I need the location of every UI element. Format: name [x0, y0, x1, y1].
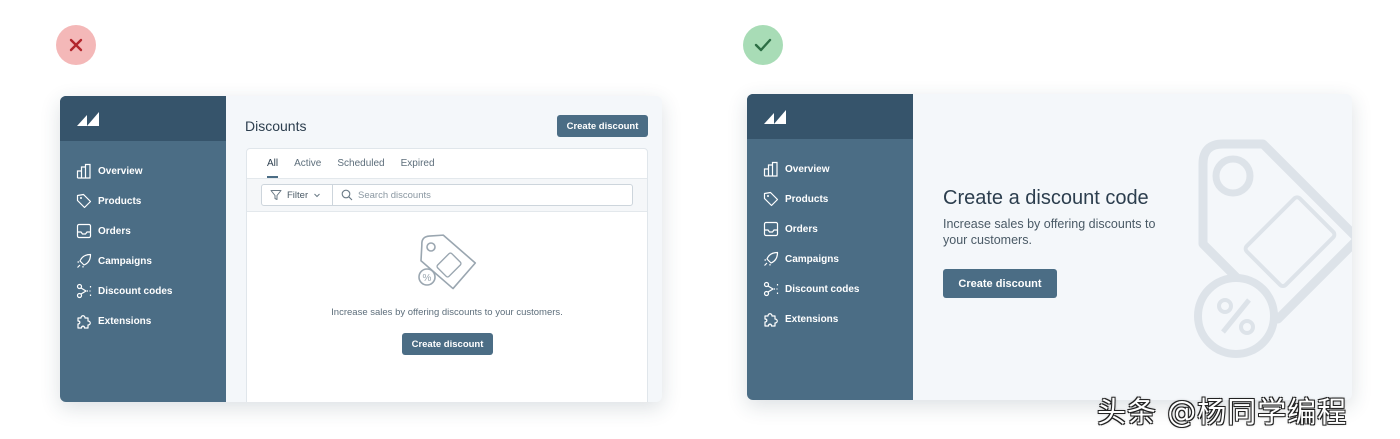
sidebar-header: [747, 94, 913, 139]
search-icon: [341, 189, 353, 201]
sidebar-item-label: Products: [98, 195, 142, 207]
sidebar: Overview Products Orders Campaigns Disco…: [747, 94, 913, 400]
logo-icon: [764, 110, 786, 124]
search-field: [333, 185, 632, 205]
sidebar-item-overview[interactable]: Overview: [60, 156, 226, 186]
sidebar-nav: Overview Products Orders Campaigns Disco…: [747, 139, 913, 334]
sidebar-item-label: Products: [785, 193, 829, 205]
discount-tag-background-illustration: [1194, 139, 1352, 358]
tab-all[interactable]: All: [267, 158, 279, 178]
sidebar-item-campaigns[interactable]: Campaigns: [60, 246, 226, 276]
sidebar-item-label: Discount codes: [98, 285, 173, 297]
good-example-badge: [743, 25, 783, 65]
sidebar-item-label: Overview: [98, 165, 143, 177]
page-title: Discounts: [245, 118, 307, 134]
sidebar-item-products[interactable]: Products: [60, 186, 226, 216]
tab-active[interactable]: Active: [294, 158, 321, 178]
tab-expired[interactable]: Expired: [401, 158, 435, 178]
inbox-icon: [762, 221, 779, 238]
inbox-icon: [75, 223, 92, 240]
sidebar-item-extensions[interactable]: Extensions: [60, 306, 226, 336]
hero-title: Create a discount code: [943, 187, 1149, 209]
rocket-icon: [75, 253, 92, 270]
sidebar-item-label: Orders: [785, 223, 818, 235]
chevron-down-icon: [314, 193, 320, 198]
sidebar-item-label: Extensions: [98, 315, 152, 327]
scissors-icon: [75, 283, 92, 300]
tag-icon: [762, 191, 779, 208]
tab-bar: All Active Scheduled Expired: [247, 149, 647, 179]
bad-example-badge: [56, 25, 96, 65]
watermark-text: 头条 @杨同学编程: [1097, 395, 1348, 429]
empty-create-discount-button[interactable]: Create discount: [402, 333, 493, 355]
sidebar-item-label: Extensions: [785, 313, 839, 325]
discounts-card: All Active Scheduled Expired Filter Sear…: [246, 148, 648, 402]
tab-scheduled[interactable]: Scheduled: [337, 158, 384, 178]
sidebar-item-extensions[interactable]: Extensions: [747, 304, 913, 334]
filter-label: Filter: [287, 189, 309, 201]
check-icon: [754, 38, 772, 52]
main-content: Create a discount code Increase sales by…: [913, 94, 1352, 400]
sidebar-item-label: Campaigns: [98, 255, 152, 267]
puzzle-icon: [762, 311, 779, 328]
sidebar-item-campaigns[interactable]: Campaigns: [747, 244, 913, 274]
empty-state-message: Increase sales by offering discounts to …: [331, 307, 563, 318]
rocket-icon: [762, 251, 779, 268]
main-content: Discounts Create discount All Active Sch…: [226, 96, 662, 402]
discount-tag-illustration: %: [418, 234, 477, 290]
search-input[interactable]: [358, 189, 618, 201]
svg-text:%: %: [423, 273, 432, 284]
good-example-window: Overview Products Orders Campaigns Disco…: [747, 94, 1352, 400]
puzzle-icon: [75, 313, 92, 330]
sidebar-header: [60, 96, 226, 141]
search-bar: Filter: [261, 184, 633, 206]
sidebar: Overview Products Orders Campaigns Disco…: [60, 96, 226, 402]
x-icon: [69, 38, 83, 52]
sidebar-item-discount-codes[interactable]: Discount codes: [747, 274, 913, 304]
filter-toolbar: Filter: [247, 179, 647, 212]
hero-description: Increase sales by offering discounts to …: [943, 217, 1156, 247]
bar-chart-icon: [762, 161, 779, 178]
sidebar-item-orders[interactable]: Orders: [747, 214, 913, 244]
funnel-icon: [270, 190, 282, 200]
sidebar-item-orders[interactable]: Orders: [60, 216, 226, 246]
sidebar-item-label: Discount codes: [785, 283, 860, 295]
sidebar-item-label: Campaigns: [785, 253, 839, 265]
create-discount-button[interactable]: Create discount: [943, 269, 1057, 298]
sidebar-item-products[interactable]: Products: [747, 184, 913, 214]
sidebar-item-label: Overview: [785, 163, 830, 175]
create-discount-button[interactable]: Create discount: [557, 115, 648, 137]
sidebar-item-discount-codes[interactable]: Discount codes: [60, 276, 226, 306]
scissors-icon: [762, 281, 779, 298]
sidebar-item-label: Orders: [98, 225, 131, 237]
bad-example-window: Overview Products Orders Campaigns Disco…: [60, 96, 662, 402]
logo-icon: [77, 112, 99, 126]
bar-chart-icon: [75, 163, 92, 180]
sidebar-item-overview[interactable]: Overview: [747, 154, 913, 184]
filter-button[interactable]: Filter: [262, 185, 333, 205]
sidebar-nav: Overview Products Orders Campaigns Disco…: [60, 141, 226, 336]
tag-icon: [75, 193, 92, 210]
